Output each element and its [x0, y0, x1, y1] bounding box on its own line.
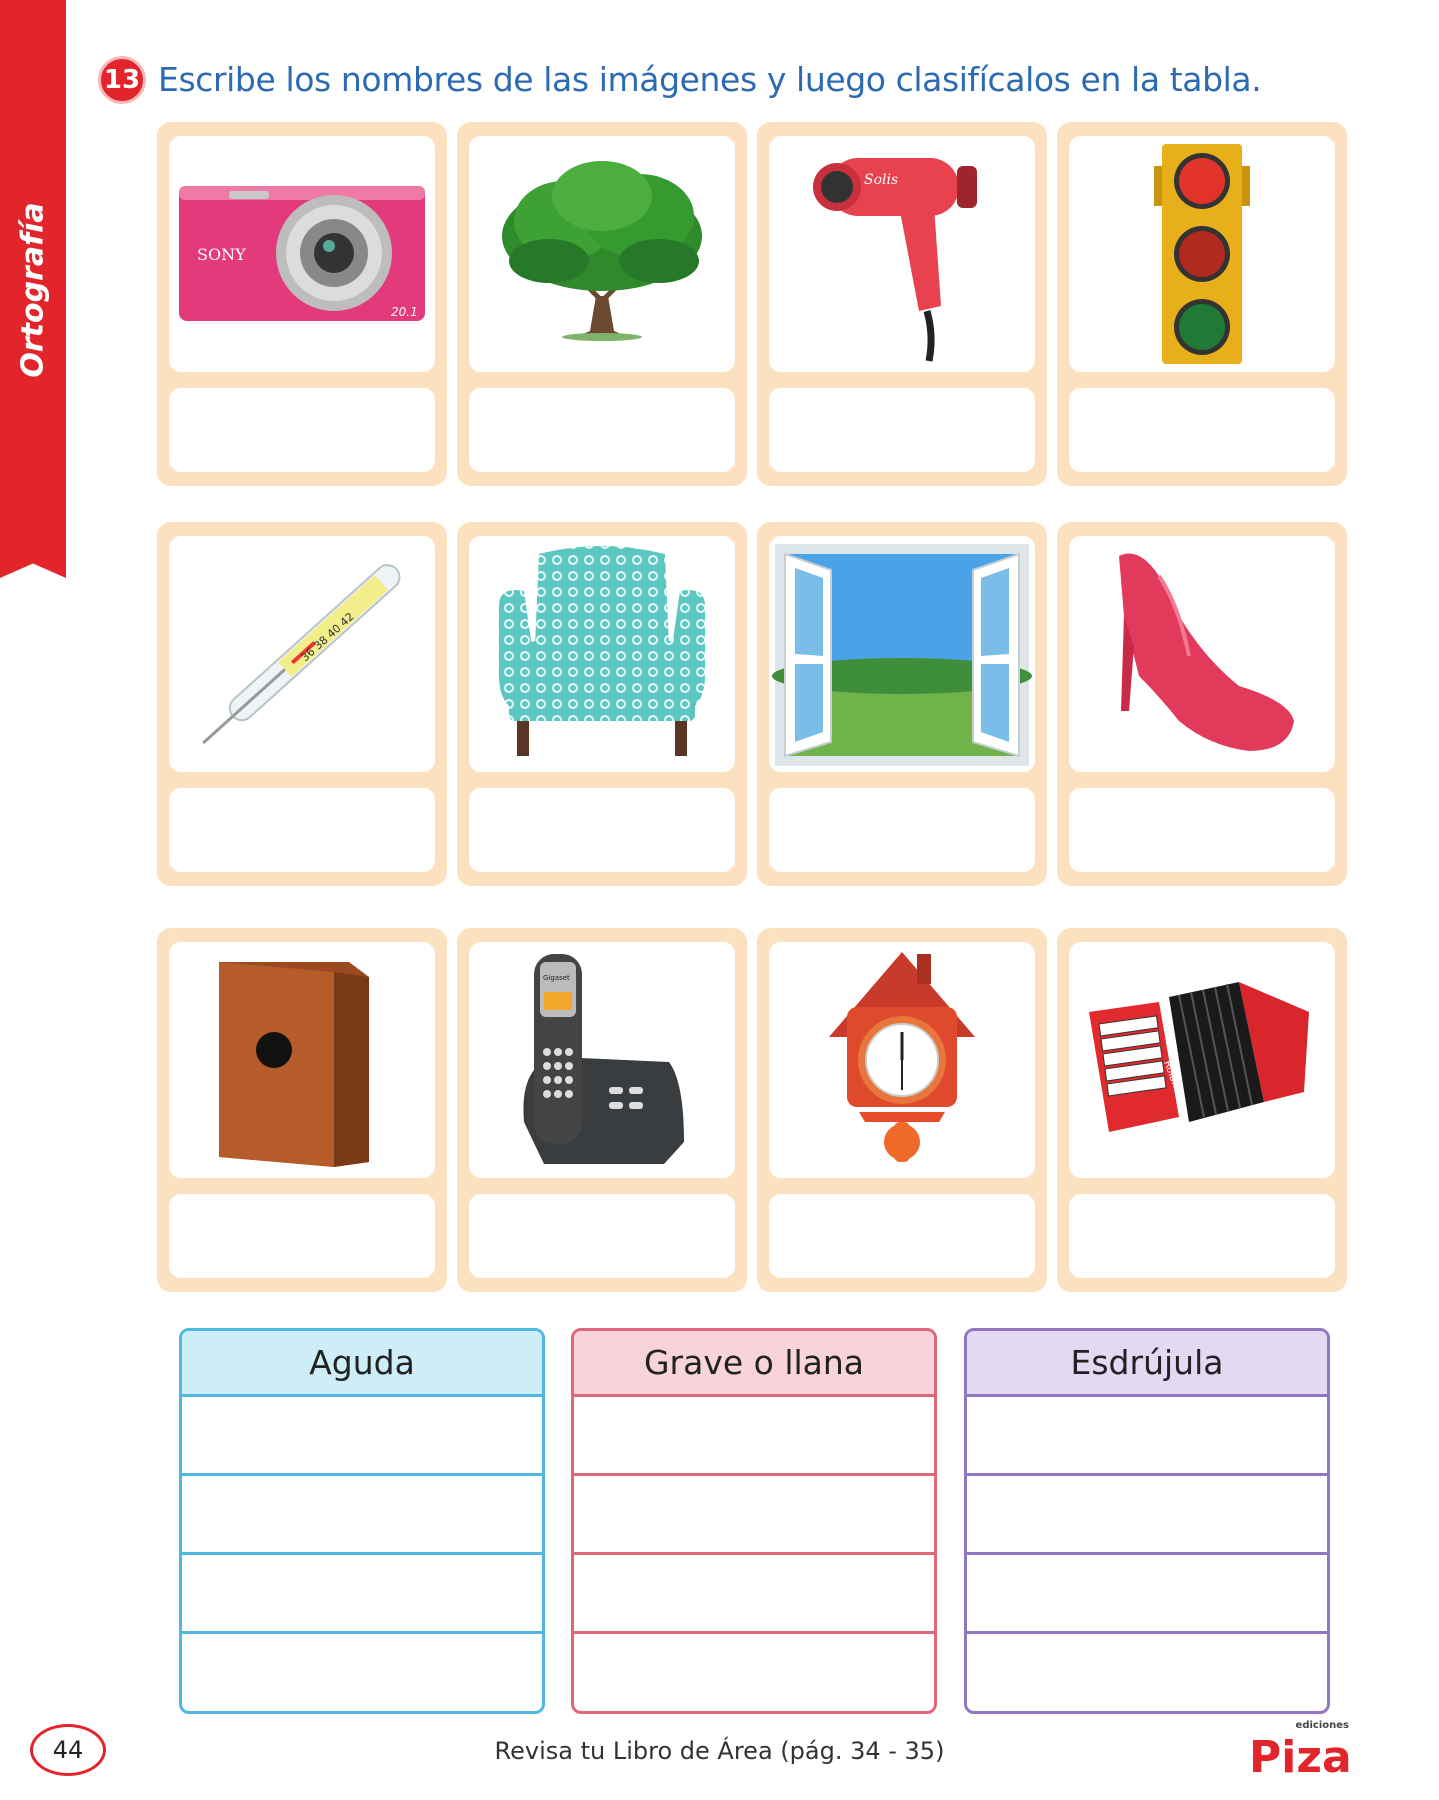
picture-card: SONY 20.1: [157, 122, 447, 486]
cajon-drum-icon: [169, 942, 435, 1178]
clock-icon: [769, 942, 1035, 1178]
picture-card: Roland: [1057, 928, 1347, 1292]
hair-dryer-icon: Solis: [769, 136, 1035, 372]
table-header: Grave o llana: [574, 1331, 934, 1397]
esdrujula-table: Esdrújula: [964, 1328, 1330, 1714]
aguda-table: Aguda: [179, 1328, 545, 1714]
table-row[interactable]: [967, 1397, 1327, 1476]
picture-card: [757, 928, 1047, 1292]
tree-icon: [469, 136, 735, 372]
picture-card: [757, 522, 1047, 886]
table-row[interactable]: [182, 1634, 542, 1711]
grave-o-llana-table: Grave o llana: [571, 1328, 937, 1714]
answer-field[interactable]: [469, 1194, 735, 1278]
window-icon: [769, 536, 1035, 772]
table-row[interactable]: [182, 1555, 542, 1634]
svg-text:Piza: Piza: [1249, 1732, 1352, 1783]
exercise-number-badge: 13: [98, 56, 146, 104]
table-row[interactable]: [574, 1555, 934, 1634]
picture-card: [157, 928, 447, 1292]
telephone-icon: Gigaset: [469, 942, 735, 1178]
answer-field[interactable]: [469, 788, 735, 872]
answer-field[interactable]: [769, 1194, 1035, 1278]
high-heel-shoe-icon: [1069, 536, 1335, 772]
table-header: Esdrújula: [967, 1331, 1327, 1397]
picture-card: Gigaset: [457, 928, 747, 1292]
picture-card: [457, 122, 747, 486]
answer-field[interactable]: [1069, 788, 1335, 872]
dryer-brand-text: Solis: [864, 172, 898, 188]
table-row[interactable]: [574, 1476, 934, 1555]
picture-card: [457, 522, 747, 886]
camera-icon: SONY 20.1: [169, 136, 435, 372]
answer-field[interactable]: [1069, 1194, 1335, 1278]
answer-field[interactable]: [769, 388, 1035, 472]
section-side-tab: Ortografía: [0, 0, 66, 578]
table-row[interactable]: [574, 1397, 934, 1476]
answer-field[interactable]: [169, 1194, 435, 1278]
table-row[interactable]: [967, 1476, 1327, 1555]
answer-field[interactable]: [169, 388, 435, 472]
traffic-light-icon: [1069, 136, 1335, 372]
picture-card: 36 38 40 42: [157, 522, 447, 886]
phone-brand-text: Gigaset: [543, 974, 570, 982]
picture-card: [1057, 522, 1347, 886]
table-row[interactable]: [182, 1397, 542, 1476]
picture-card: Solis: [757, 122, 1047, 486]
answer-field[interactable]: [769, 788, 1035, 872]
thermometer-icon: 36 38 40 42: [169, 536, 435, 772]
table-row[interactable]: [182, 1476, 542, 1555]
section-label: Ortografía: [15, 202, 51, 378]
camera-brand-text: SONY: [197, 245, 246, 264]
publisher-logo: ediciones Piza: [1249, 1720, 1352, 1783]
svg-text:ediciones: ediciones: [1296, 1720, 1349, 1731]
svg-text:20.1: 20.1: [391, 305, 418, 319]
accordion-icon: Roland: [1069, 942, 1335, 1178]
answer-field[interactable]: [169, 788, 435, 872]
picture-card: [1057, 122, 1347, 486]
footer-reference-note: Revisa tu Libro de Área (pág. 34 - 35): [494, 1737, 945, 1765]
armchair-icon: [469, 536, 735, 772]
exercise-instruction: Escribe los nombres de las imágenes y lu…: [158, 60, 1262, 99]
table-row[interactable]: [967, 1555, 1327, 1634]
table-row[interactable]: [574, 1634, 934, 1711]
answer-field[interactable]: [469, 388, 735, 472]
table-header: Aguda: [182, 1331, 542, 1397]
table-row[interactable]: [967, 1634, 1327, 1711]
answer-field[interactable]: [1069, 388, 1335, 472]
